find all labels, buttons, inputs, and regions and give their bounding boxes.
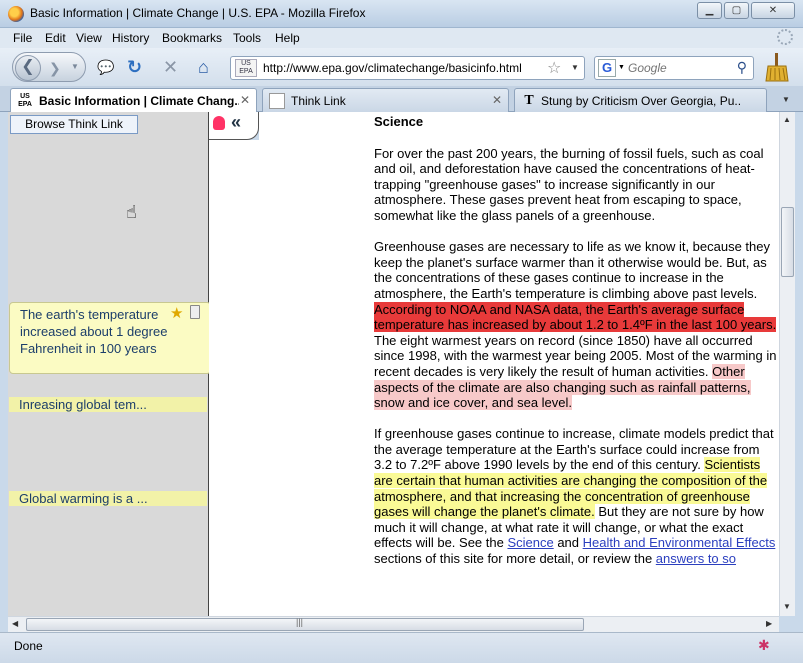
menu-file[interactable]: File (13, 31, 32, 45)
maximize-button[interactable]: ▢ (724, 2, 749, 19)
sidebar-collapse-tab: « (209, 112, 259, 140)
close-tab-icon[interactable]: ✕ (492, 93, 502, 107)
think-link-sidebar: Browse Think Link The earth's temperatur… (8, 112, 211, 616)
search-icon[interactable]: ⚲ (737, 59, 747, 76)
window-controls: ▁ ▢ ✕ (697, 2, 795, 19)
page-favicon-icon (269, 93, 285, 109)
star-icon[interactable]: ★ (170, 305, 183, 322)
close-tab-icon[interactable]: ✕ (240, 93, 250, 107)
engine-dropdown-icon[interactable]: ▼ (618, 64, 625, 71)
paragraph-3: If greenhouse gases continue to increase… (374, 426, 779, 566)
vertical-scroll-thumb[interactable] (781, 207, 794, 277)
title-bar: Basic Information | Climate Change | U.S… (0, 0, 803, 28)
search-bar: G ▼ ⚲ (594, 56, 754, 80)
status-text: Done (14, 639, 43, 653)
status-bar: Done ✱ (0, 632, 803, 663)
collapse-sidebar-icon[interactable]: « (231, 112, 241, 133)
bookmark-star-icon[interactable]: ☆ (547, 58, 561, 78)
menu-tools[interactable]: Tools (233, 31, 261, 45)
minimize-button[interactable]: ▁ (697, 2, 722, 19)
browse-think-link-button[interactable]: Browse Think Link (10, 115, 138, 134)
menu-edit[interactable]: Edit (45, 31, 66, 45)
scroll-right-icon[interactable]: ▶ (766, 619, 772, 628)
url-bar[interactable]: US EPA http://www.epa.gov/climatechange/… (230, 56, 585, 80)
navigation-toolbar: ❮ ❯ ▼ 💬 ↻ ✕ ⌂ US EPA http://www.epa.gov/… (0, 48, 803, 86)
lightbulb-icon[interactable] (213, 116, 225, 130)
article-body: Science For over the past 200 years, the… (374, 114, 779, 582)
tab-list-dropdown-icon[interactable]: ▼ (776, 90, 796, 110)
forward-button[interactable]: ❯ (49, 60, 61, 77)
scroll-grip-icon: ||| (296, 617, 304, 627)
site-identity-badge[interactable]: US EPA (235, 59, 257, 77)
window-title: Basic Information | Climate Change | U.S… (30, 6, 366, 20)
nytimes-favicon-icon: T (524, 93, 534, 108)
throbber-icon (777, 29, 793, 45)
scroll-left-icon[interactable]: ◀ (12, 619, 18, 628)
note-item-collapsed[interactable]: Global warming is a ... (9, 491, 207, 506)
trash-icon[interactable] (190, 305, 200, 319)
text-run: sections of this site for more detail, o… (374, 551, 656, 567)
text-run: Greenhouse gases are necessary to life a… (374, 239, 770, 301)
back-button[interactable]: ❮ (15, 55, 41, 81)
tab-bar: US EPA Basic Information | Climate Chang… (0, 86, 803, 113)
speech-bubble-icon[interactable]: 💬 (97, 58, 114, 76)
note-item-collapsed[interactable]: Inreasing global tem... (9, 397, 207, 412)
home-button[interactable]: ⌂ (198, 58, 209, 76)
history-dropdown-icon[interactable]: ▼ (71, 62, 79, 71)
url-dropdown-icon[interactable]: ▼ (571, 63, 579, 72)
tab-label: Think Link (291, 94, 346, 108)
menu-bar: File Edit View History Bookmarks Tools H… (0, 28, 803, 48)
section-heading: Science (374, 114, 424, 129)
tab-basic-information[interactable]: US EPA Basic Information | Climate Chang… (10, 88, 257, 113)
search-input[interactable] (628, 60, 728, 76)
back-forward-group: ❮ ❯ ▼ (12, 52, 86, 82)
paragraph-2: Greenhouse gases are necessary to life a… (374, 239, 779, 411)
scroll-down-icon[interactable]: ▼ (783, 602, 791, 611)
broom-icon[interactable] (764, 52, 790, 82)
note-text: Inreasing global tem... (19, 397, 147, 412)
menu-view[interactable]: View (76, 31, 102, 45)
answers-link[interactable]: answers to so (656, 551, 736, 566)
science-link[interactable]: Science (507, 535, 553, 550)
vertical-scrollbar[interactable]: ▲ ▼ (779, 112, 795, 616)
paragraph-1: For over the past 200 years, the burning… (374, 145, 764, 223)
text-run: and (553, 535, 583, 551)
menu-history[interactable]: History (112, 31, 149, 45)
menu-help[interactable]: Help (275, 31, 300, 45)
horizontal-scroll-thumb[interactable] (26, 618, 584, 631)
note-card-expanded[interactable]: The earth's temperature increased about … (9, 302, 211, 374)
url-text[interactable]: http://www.epa.gov/climatechange/basicin… (263, 61, 522, 75)
note-text: The earth's temperature increased about … (20, 307, 168, 356)
google-engine-icon[interactable]: G (598, 59, 616, 77)
tab-stung-by-criticism[interactable]: T Stung by Criticism Over Georgia, Pu... (514, 88, 767, 112)
highlight-red[interactable]: According to NOAA and NASA data, the Ear… (374, 301, 777, 333)
close-window-button[interactable]: ✕ (751, 2, 795, 19)
horizontal-scrollbar[interactable]: ◀ ||| ▶ (8, 616, 779, 632)
hand-cursor-icon: ☝ (126, 202, 137, 222)
menu-bookmarks[interactable]: Bookmarks (162, 31, 222, 45)
tab-think-link[interactable]: Think Link ✕ (262, 88, 509, 112)
epa-favicon-icon: US EPA (18, 93, 32, 108)
firebug-icon[interactable]: ✱ (758, 637, 770, 654)
scroll-up-icon[interactable]: ▲ (783, 115, 791, 124)
note-text: Global warming is a ... (19, 491, 148, 506)
tab-label: Basic Information | Climate Chang... (39, 94, 239, 108)
stop-button[interactable]: ✕ (163, 58, 178, 76)
health-effects-link[interactable]: Health and Environmental Effects (583, 535, 776, 550)
firefox-logo-icon (8, 6, 24, 22)
tab-label: Stung by Criticism Over Georgia, Pu... (541, 94, 741, 108)
reload-button[interactable]: ↻ (127, 58, 142, 76)
